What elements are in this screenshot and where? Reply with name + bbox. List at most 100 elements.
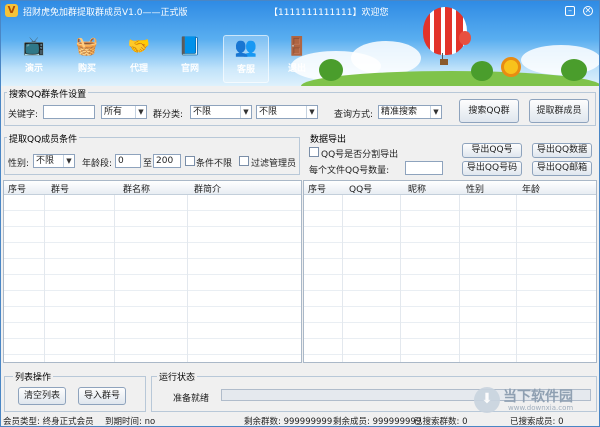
column-divider xyxy=(516,195,517,362)
toolbar-support-button[interactable]: 👥 客服 xyxy=(223,35,269,83)
column-divider xyxy=(459,195,460,362)
age-range-label: 年龄段: xyxy=(82,159,113,169)
query-method-value: 精准搜索 xyxy=(381,107,418,117)
member-col-nickname[interactable]: 昵称 xyxy=(408,182,426,195)
member-table-header: 序号 QQ号 昵称 性别 年龄 xyxy=(304,181,596,195)
toolbar-exit-button[interactable]: 🚪 退出 xyxy=(274,35,320,74)
toolbar-website-label: 官网 xyxy=(180,64,199,74)
toolbar-website-button[interactable]: 📘 官网 xyxy=(167,35,213,74)
group-table-header: 序号 群号 群名称 群简介 xyxy=(4,181,301,195)
export-qq-number-button[interactable]: 导出QQ号码 xyxy=(462,161,522,176)
scope-select-value: 所有 xyxy=(104,107,123,117)
toolbar-agent-button[interactable]: 🤝 代理 xyxy=(116,35,162,74)
toolbar-buy-label: 购买 xyxy=(77,64,96,74)
split-export-checkbox[interactable] xyxy=(309,147,319,157)
export-qq-data-button[interactable]: 导出QQ数据 xyxy=(532,143,592,158)
run-status-label: 运行状态 xyxy=(157,370,198,383)
toolbar-demo-button[interactable]: 📺 演示 xyxy=(11,35,57,74)
minimize-button[interactable]: – xyxy=(565,6,575,16)
toolbar-exit-label: 退出 xyxy=(287,64,306,74)
member-table-body xyxy=(304,195,596,362)
toolbar-agent-label: 代理 xyxy=(129,64,148,74)
book-icon: 📘 xyxy=(178,36,202,57)
banner: V 招财虎免加群提取群成员V1.0——正式版 【1111111111111】欢迎… xyxy=(1,1,599,86)
scope-select[interactable]: 所有 ▼ xyxy=(101,105,147,119)
searched-members-text: 已搜索成员: 0 xyxy=(510,417,564,427)
age-unlimited-label: 条件不限 xyxy=(196,159,233,169)
age-unlimited-checkbox[interactable] xyxy=(185,156,195,166)
export-qq-button[interactable]: 导出QQ号 xyxy=(462,143,522,158)
query-method-select[interactable]: 精准搜索 ▼ xyxy=(378,105,442,119)
watermark-subtext: www.downxia.com xyxy=(508,404,574,412)
group-table[interactable]: 序号 群号 群名称 群简介 xyxy=(3,180,302,363)
close-button[interactable]: ✕ xyxy=(583,6,593,16)
member-table[interactable]: 序号 QQ号 昵称 性别 年龄 xyxy=(303,180,597,363)
chevron-down-icon: ▼ xyxy=(306,106,317,118)
keyword-input[interactable] xyxy=(43,105,95,119)
category-label: 群分类: xyxy=(153,110,184,120)
handshake-icon: 🤝 xyxy=(127,36,151,57)
exit-door-icon: 🚪 xyxy=(285,36,309,57)
search-settings-label: 搜索QQ群条件设置 xyxy=(7,87,89,100)
cloud-decoration xyxy=(521,45,599,75)
chevron-down-icon: ▼ xyxy=(240,106,251,118)
toolbar-buy-button[interactable]: 🧺 购买 xyxy=(64,35,110,74)
filter-admin-label: 过滤管理员 xyxy=(251,159,297,169)
column-divider xyxy=(400,195,401,362)
remaining-members-text: 剩余成员: 999999999 xyxy=(333,417,422,427)
member-col-index[interactable]: 序号 xyxy=(308,182,326,195)
keyword-label: 关键字: xyxy=(8,110,39,120)
group-col-index[interactable]: 序号 xyxy=(8,182,26,195)
sunflower-icon xyxy=(501,57,521,77)
chevron-down-icon: ▼ xyxy=(63,155,74,167)
toolbar-demo-label: 演示 xyxy=(24,64,43,74)
query-method-label: 查询方式: xyxy=(334,110,374,120)
import-groups-button[interactable]: 导入群号 xyxy=(78,387,126,405)
export-label: 数据导出 xyxy=(308,132,349,145)
tv-icon: 📺 xyxy=(22,36,46,57)
category-select[interactable]: 不限 ▼ xyxy=(190,105,252,119)
searched-groups-text: 已搜索群数: 0 xyxy=(414,417,468,427)
member-type-text: 会员类型: 终身正式会员 xyxy=(3,417,94,427)
extract-members-button[interactable]: 提取群成员 xyxy=(529,99,589,123)
watermark-logo-icon: ⬇ xyxy=(474,387,500,413)
window-title: 招财虎免加群提取群成员V1.0——正式版 xyxy=(23,8,188,18)
clear-list-button[interactable]: 清空列表 xyxy=(18,387,66,405)
status-bar: 会员类型: 终身正式会员 到期时间: no 剩余群数: 999999999 剩余… xyxy=(1,414,599,427)
chevron-down-icon: ▼ xyxy=(135,106,146,118)
column-divider xyxy=(44,195,45,362)
watermark-text: 当下软件园 xyxy=(503,389,573,405)
gender-select[interactable]: 不限 ▼ xyxy=(33,154,75,168)
tree-decoration xyxy=(561,59,587,81)
subcategory-select-value: 不限 xyxy=(259,107,278,117)
tree-decoration xyxy=(319,59,343,81)
search-groups-button[interactable]: 搜索QQ群 xyxy=(459,99,519,123)
age-to-label: 至 xyxy=(143,159,153,169)
export-qq-email-button[interactable]: 导出QQ邮箱 xyxy=(532,161,592,176)
title-bar: V 招财虎免加群提取群成员V1.0——正式版 【1111111111111】欢迎… xyxy=(1,1,599,21)
per-file-count-label: 每个文件QQ号数量: xyxy=(309,166,390,176)
run-status-text: 准备就绪 xyxy=(173,394,210,404)
group-col-number[interactable]: 群号 xyxy=(51,182,69,195)
gender-label: 性别: xyxy=(8,159,30,169)
column-divider xyxy=(342,195,343,362)
cloud-decoration xyxy=(351,41,421,75)
member-conditions-label: 提取QQ成员条件 xyxy=(7,132,80,145)
group-col-intro[interactable]: 群简介 xyxy=(194,182,221,195)
app-window: V 招财虎免加群提取群成员V1.0——正式版 【1111111111111】欢迎… xyxy=(0,0,600,427)
age-from-input[interactable]: 0 xyxy=(115,154,141,168)
member-col-age[interactable]: 年龄 xyxy=(522,182,540,195)
remaining-groups-text: 剩余群数: 999999999 xyxy=(244,417,333,427)
member-col-gender[interactable]: 性别 xyxy=(466,182,484,195)
per-file-count-input[interactable] xyxy=(405,161,443,175)
welcome-text: 【1111111111111】欢迎您 xyxy=(269,8,389,18)
member-col-qq[interactable]: QQ号 xyxy=(349,182,372,195)
chevron-down-icon: ▼ xyxy=(430,106,441,118)
group-col-name[interactable]: 群名称 xyxy=(123,182,150,195)
split-export-label: QQ号是否分割导出 xyxy=(321,150,399,160)
age-to-input[interactable]: 200 xyxy=(153,154,181,168)
filter-admin-checkbox[interactable] xyxy=(239,156,249,166)
people-icon: 👥 xyxy=(234,37,258,58)
subcategory-select[interactable]: 不限 ▼ xyxy=(256,105,318,119)
small-balloon-icon xyxy=(459,31,471,45)
